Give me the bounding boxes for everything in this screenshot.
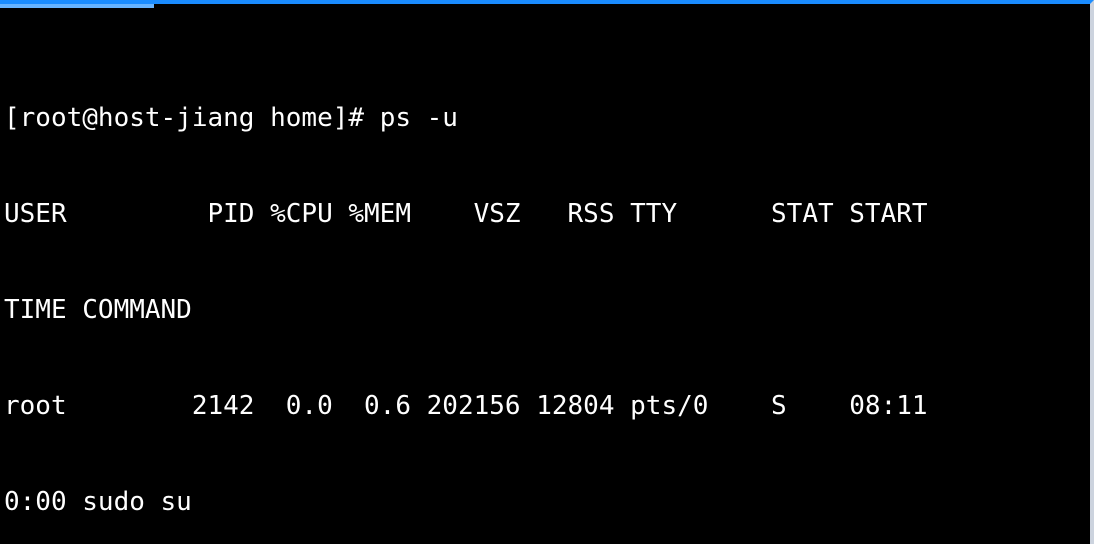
prompt: [root@host-jiang home]# (4, 103, 380, 133)
window-accent-bar (0, 4, 154, 8)
ps-row: 0:00 sudo su (4, 486, 1090, 518)
ps-row: root 2142 0.0 0.6 202156 12804 pts/0 S 0… (4, 390, 1090, 422)
typed-command: ps -u (380, 103, 458, 133)
ps-header-line1: USER PID %CPU %MEM VSZ RSS TTY STAT STAR… (4, 198, 1090, 230)
ps-header-line2: TIME COMMAND (4, 294, 1090, 326)
command-line-1: [root@host-jiang home]# ps -u (4, 102, 1090, 134)
terminal-window[interactable]: [root@host-jiang home]# ps -u USER PID %… (0, 0, 1094, 544)
